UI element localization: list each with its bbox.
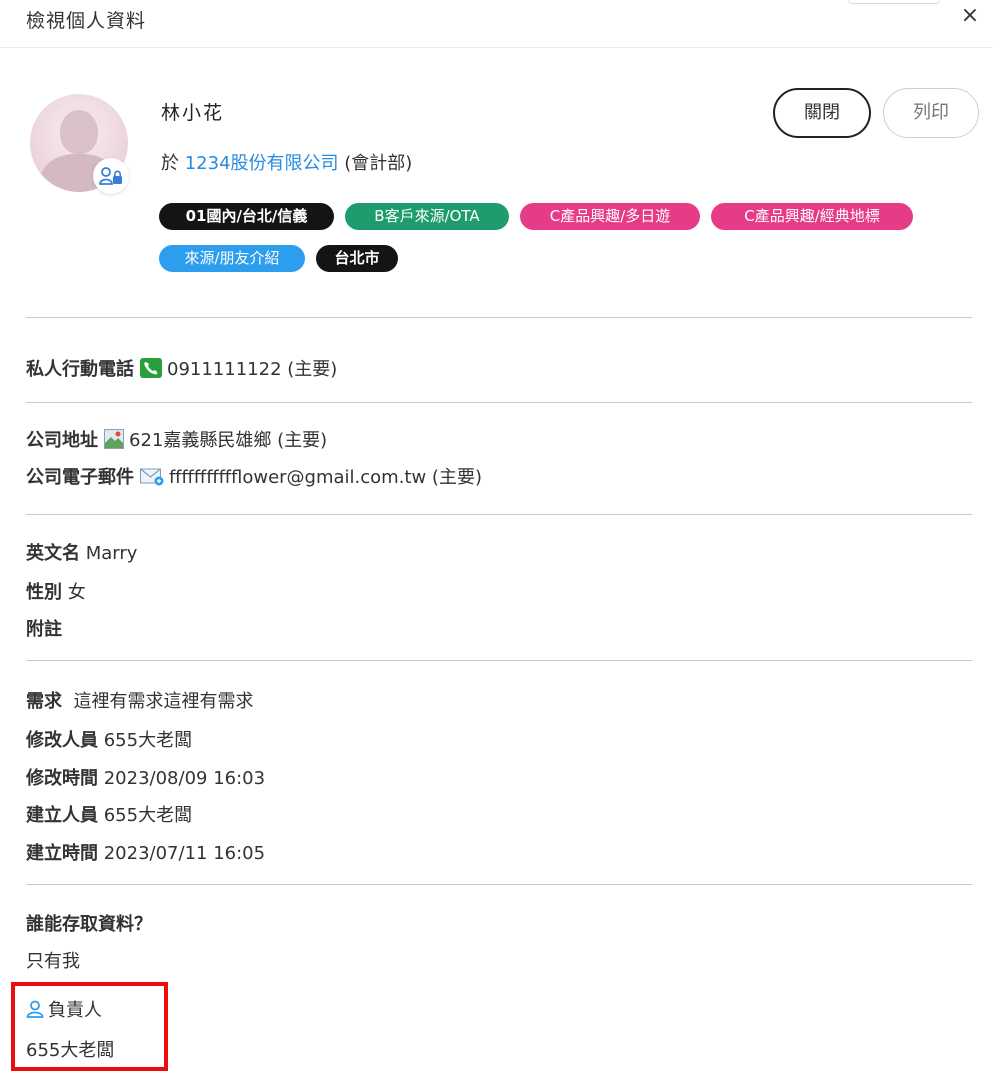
tag-location: 01國內/台北/信義 xyxy=(159,203,334,230)
detail-label: 性別 xyxy=(26,582,62,603)
divider xyxy=(26,402,972,403)
meta-label: 修改人員 xyxy=(26,730,98,751)
top-tab-edge xyxy=(848,0,940,4)
divider xyxy=(26,514,972,515)
tag-referral: 來源/朋友介紹 xyxy=(159,245,305,272)
dialog-header: 檢視個人資料 × xyxy=(0,0,993,48)
address-value: 621嘉義縣民雄鄉 (主要) xyxy=(129,430,328,451)
access-question: 誰能存取資料？ xyxy=(26,914,152,935)
close-button[interactable]: 關閉 xyxy=(773,88,871,138)
detail-row: 性別 女 xyxy=(26,578,86,604)
owner-label-text: 負責人 xyxy=(48,1000,102,1021)
tag-taipei: 台北市 xyxy=(316,245,398,272)
mail-icon xyxy=(140,468,164,491)
meta-row: 修改人員 655大老闆 xyxy=(26,726,192,752)
tag-source-ota: B客戶來源/OTA xyxy=(345,203,509,230)
meta-value: 2023/08/09 16:03 xyxy=(103,768,266,789)
address-label: 公司地址 xyxy=(26,430,98,451)
email-value[interactable]: ffffffffffflower@gmail.com.tw (主要) xyxy=(169,467,482,488)
meta-label: 修改時間 xyxy=(26,768,98,789)
map-icon xyxy=(104,429,124,454)
detail-label: 附註 xyxy=(26,619,62,640)
company-link[interactable]: 1234股份有限公司 xyxy=(185,153,339,174)
person-icon xyxy=(26,1000,44,1023)
access-answer: 只有我 xyxy=(26,951,80,972)
meta-value: 2023/07/11 16:05 xyxy=(103,843,266,864)
meta-row: 建立人員 655大老闆 xyxy=(26,801,192,827)
owner-name: 655大老闆 xyxy=(26,1040,115,1061)
divider xyxy=(26,317,972,318)
detail-value: Marry xyxy=(85,543,138,564)
divider xyxy=(26,660,972,661)
user-lock-icon xyxy=(93,158,129,194)
phone-icon xyxy=(140,358,162,383)
meta-label: 需求 xyxy=(26,691,62,712)
close-icon[interactable]: × xyxy=(955,1,985,31)
owner-label: 負責人 xyxy=(26,996,102,1023)
divider xyxy=(26,884,972,885)
meta-value: 655大老闆 xyxy=(103,805,193,826)
company-line: 於 1234股份有限公司 (會計部) xyxy=(161,149,412,175)
phone-label: 私人行動電話 xyxy=(26,359,134,380)
meta-row: 需求 這裡有需求這裡有需求 xyxy=(26,687,253,713)
address-row: 公司地址 621嘉義縣民雄鄉 (主要) xyxy=(26,426,327,454)
tag-interest-tour: C產品興趣/多日遊 xyxy=(520,203,700,230)
meta-row: 建立時間 2023/07/11 16:05 xyxy=(26,839,265,865)
phone-value[interactable]: 0911111122 (主要) xyxy=(167,359,337,380)
email-label: 公司電子郵件 xyxy=(26,467,134,488)
print-button[interactable]: 列印 xyxy=(883,88,979,138)
detail-row: 附註 xyxy=(26,615,62,641)
detail-row: 英文名 Marry xyxy=(26,539,137,565)
tag-interest-landmark: C產品興趣/經典地標 xyxy=(711,203,913,230)
detail-label: 英文名 xyxy=(26,543,80,564)
phone-row: 私人行動電話 0911111122 (主要) xyxy=(26,355,337,383)
department: (會計部) xyxy=(344,153,413,174)
meta-label: 建立時間 xyxy=(26,843,98,864)
dialog-title: 檢視個人資料 xyxy=(26,10,147,32)
profile-name: 林小花 xyxy=(161,102,225,124)
meta-label: 建立人員 xyxy=(26,805,98,826)
meta-value: 655大老闆 xyxy=(103,730,193,751)
detail-value: 女 xyxy=(67,582,86,603)
email-row: 公司電子郵件 ffffffffffflower@gmail.com.tw (主要) xyxy=(26,463,482,491)
company-prefix: 於 xyxy=(161,153,179,174)
meta-value: 這裡有需求這裡有需求 xyxy=(73,691,254,712)
meta-row: 修改時間 2023/08/09 16:03 xyxy=(26,764,265,790)
